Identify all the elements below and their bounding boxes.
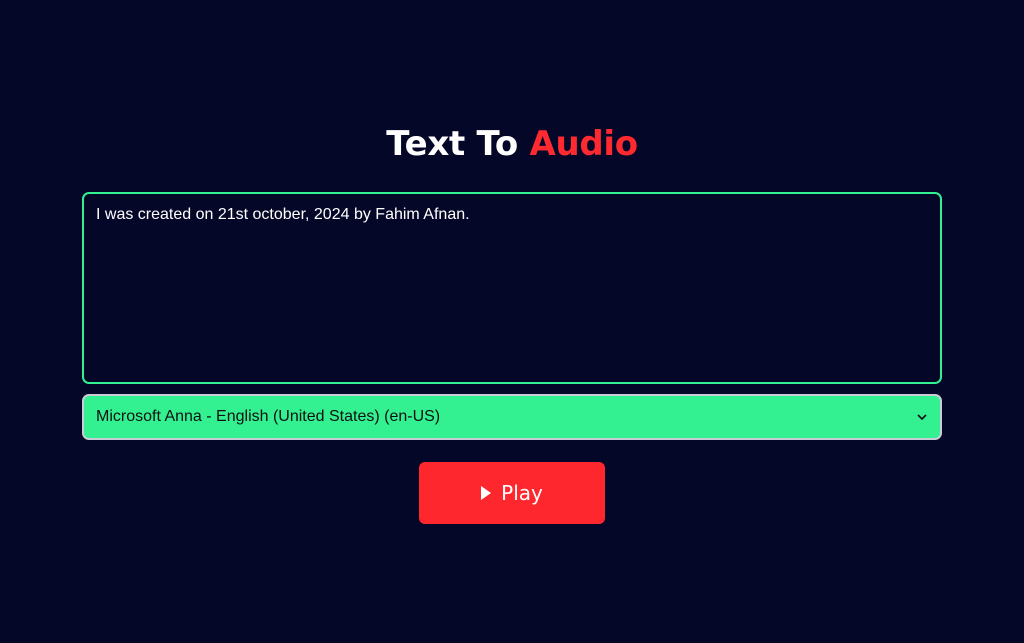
- page-title: Text To Audio: [0, 122, 1024, 166]
- title-accent: Audio: [529, 124, 638, 164]
- voice-select[interactable]: Microsoft Anna - English (United States)…: [82, 394, 942, 440]
- voice-select-value: Microsoft Anna - English (United States)…: [96, 408, 441, 425]
- chevron-down-icon: [916, 411, 928, 423]
- title-prefix: Text To: [386, 124, 518, 164]
- play-icon: [481, 486, 492, 500]
- page: Text To Audio Microsoft Anna - English (…: [0, 0, 1024, 643]
- text-input[interactable]: [82, 192, 942, 384]
- play-button[interactable]: Play: [419, 462, 605, 524]
- play-button-label: Play: [501, 481, 543, 505]
